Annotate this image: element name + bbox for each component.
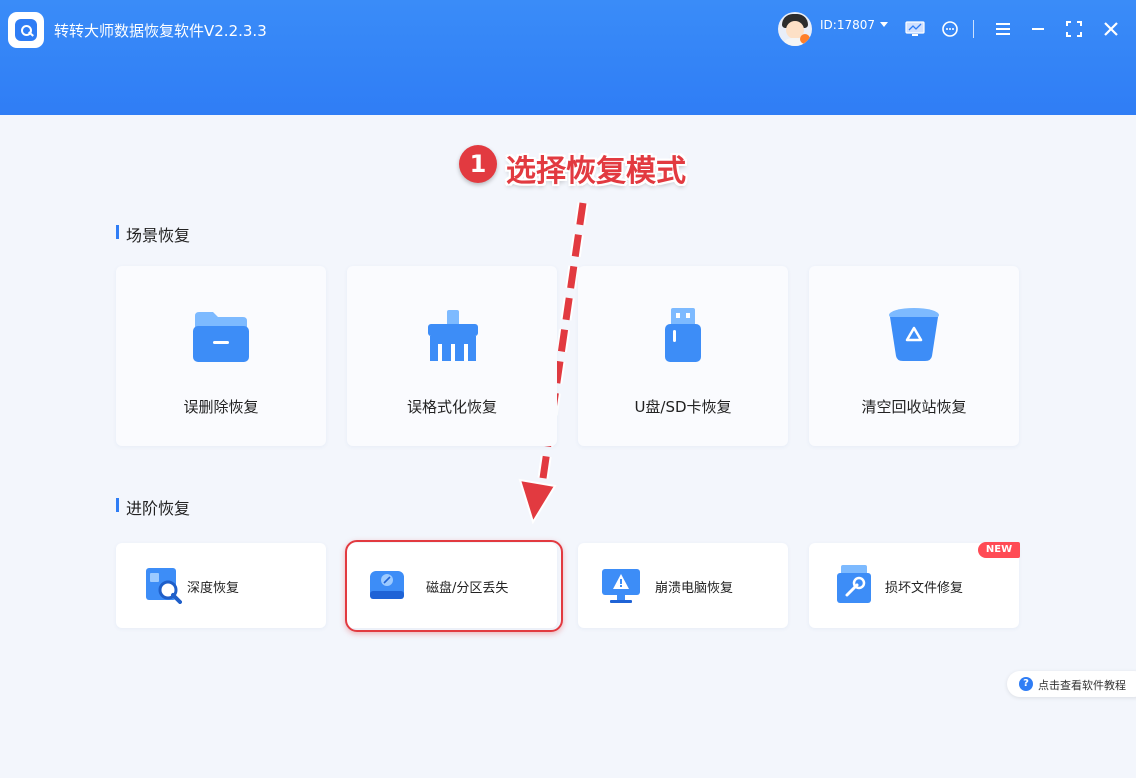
header-divider	[973, 20, 974, 38]
mode-card-label: 深度恢复	[187, 581, 240, 596]
mode-card-label: 误格式化恢复	[406, 398, 497, 416]
advanced-recovery-heading: 进阶恢复	[116, 495, 190, 519]
support-icon[interactable]	[940, 20, 960, 38]
screen-icon[interactable]	[905, 20, 925, 38]
menu-icon[interactable]	[993, 20, 1013, 38]
user-id-label[interactable]: ID:17807	[820, 18, 875, 32]
mode-card-recycle-bin-recovery[interactable]: 清空回收站恢复	[809, 266, 1019, 446]
account-dropdown-icon[interactable]	[880, 22, 888, 27]
close-icon[interactable]	[1101, 20, 1121, 38]
tutorial-help-button[interactable]: ? 点击查看软件教程	[1007, 671, 1136, 697]
mode-card-label: 损坏文件修复	[885, 581, 964, 596]
scene-recovery-heading: 场景恢复	[116, 222, 190, 246]
mode-card-crashed-computer-recovery[interactable]: 崩溃电脑恢复	[578, 543, 788, 628]
folder-icon	[193, 312, 249, 362]
mode-card-label: 崩溃电脑恢复	[655, 581, 734, 596]
mode-card-deleted-recovery[interactable]: 误删除恢复	[116, 266, 326, 446]
usb-drive-icon	[665, 308, 701, 362]
app-logo-icon	[8, 12, 44, 48]
user-avatar[interactable]	[778, 12, 812, 46]
mode-card-deep-recovery[interactable]: 深度恢复	[116, 543, 326, 628]
new-badge: NEW	[978, 542, 1020, 558]
mode-card-label: 误删除恢复	[183, 398, 259, 416]
step-number-badge: 1	[459, 145, 497, 183]
repair-icon	[837, 565, 871, 603]
minimize-icon[interactable]	[1028, 20, 1048, 38]
annotation-text: 选择恢复模式	[506, 154, 686, 189]
maximize-icon[interactable]	[1064, 20, 1084, 38]
recycle-bin-icon	[889, 308, 939, 361]
title-bar: 转转大师数据恢复软件V2.2.3.3 ID:17807	[0, 0, 1136, 115]
deep-scan-icon	[146, 568, 182, 604]
annotation-highlight-box	[345, 540, 563, 632]
mode-card-format-recovery[interactable]: 误格式化恢复	[347, 266, 557, 446]
app-title: 转转大师数据恢复软件V2.2.3.3	[54, 22, 267, 40]
mode-card-usb-sd-recovery[interactable]: U盘/SD卡恢复	[578, 266, 788, 446]
mode-card-label: U盘/SD卡恢复	[634, 398, 732, 416]
broom-icon	[428, 310, 478, 361]
mode-card-label: 清空回收站恢复	[861, 398, 967, 416]
tutorial-help-label: 点击查看软件教程	[1038, 679, 1126, 692]
help-icon: ?	[1019, 677, 1033, 691]
crashed-computer-icon	[602, 569, 640, 603]
